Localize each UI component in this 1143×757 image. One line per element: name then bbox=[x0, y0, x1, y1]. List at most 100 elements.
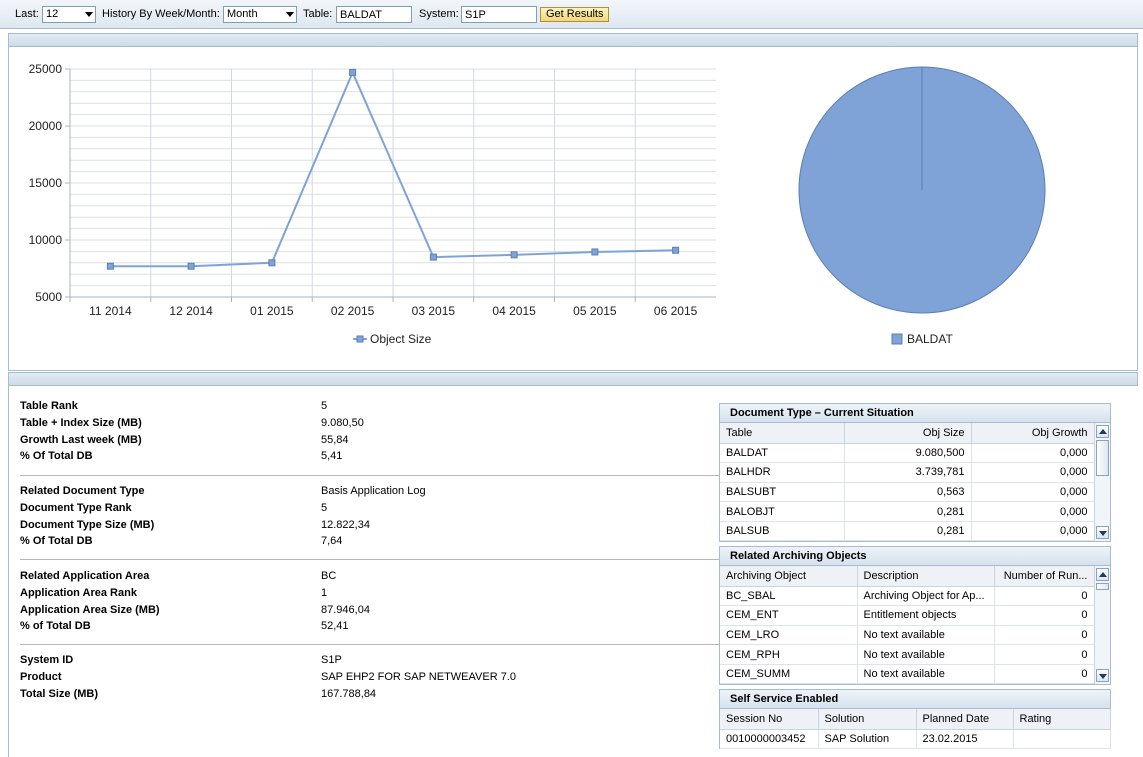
document-type-grid-wrap: Table Obj Size Obj Growth BALDAT 9.080,500 0… bbox=[720, 423, 1095, 542]
column-header[interactable]: Table bbox=[720, 423, 845, 444]
detail-label: System ID bbox=[20, 654, 74, 666]
data-point bbox=[349, 68, 357, 76]
table-cell: No text available bbox=[857, 664, 995, 685]
table-row[interactable]: CEM_SUMM No text available 0 bbox=[720, 664, 1095, 685]
detail-value: 1 bbox=[321, 586, 328, 599]
table-input[interactable] bbox=[336, 6, 412, 23]
chart-panel: 5000 10000 15000 20000 25000 11 2014 12 2014 01… bbox=[8, 47, 1138, 371]
legend-label: BALDAT bbox=[907, 332, 953, 346]
table-cell: 0 bbox=[994, 664, 1095, 685]
table-cell: 0,000 bbox=[971, 482, 1095, 503]
detail-value: 5,41 bbox=[321, 450, 343, 463]
archiving-objects-panel: Related Archiving Objects Archiving Obje… bbox=[719, 546, 1111, 685]
detail-label: % Of Total DB bbox=[20, 450, 93, 463]
line-chart: 5000 10000 15000 20000 25000 11 2014 12 2014 01… bbox=[29, 62, 716, 346]
column-header[interactable]: Session No bbox=[720, 709, 819, 730]
document-type-panel: Document Type – Current Situation Table O… bbox=[719, 403, 1111, 542]
history-select[interactable]: Month bbox=[223, 6, 297, 23]
table-cell: CEM_ENT bbox=[720, 605, 858, 626]
detail-label: Product bbox=[20, 670, 62, 683]
divider bbox=[20, 559, 720, 560]
table-cell: 0010000003452 bbox=[720, 729, 819, 750]
detail-value: 87.946,04 bbox=[321, 603, 370, 616]
last-label: Last: bbox=[15, 8, 39, 20]
table-row[interactable]: CEM_ENT Entitlement objects 0 bbox=[720, 605, 1095, 626]
scroll-thumb[interactable] bbox=[1096, 440, 1109, 476]
x-tick-label: 05 2015 bbox=[573, 304, 617, 318]
table-row[interactable]: BC_SBAL Archiving Object for Ap... 0 bbox=[720, 586, 1095, 607]
table-cell: 9.080,500 bbox=[844, 443, 972, 464]
archiving-objects-scrollbar[interactable] bbox=[1094, 566, 1110, 684]
column-header[interactable]: Obj Growth bbox=[971, 423, 1095, 444]
history-label: History By Week/Month: bbox=[102, 8, 220, 20]
table-cell: 0 bbox=[994, 644, 1095, 665]
detail-value: SAP EHP2 FOR SAP NETWEAVER 7.0 bbox=[321, 670, 517, 683]
table-row[interactable]: CEM_RPH No text available 0 bbox=[720, 644, 1095, 665]
pie-chart: BALDAT bbox=[798, 66, 1046, 346]
detail-label: Document Type Rank bbox=[20, 501, 132, 514]
history-select-value: Month bbox=[227, 8, 258, 20]
scroll-thumb[interactable] bbox=[1096, 583, 1109, 590]
system-input[interactable] bbox=[461, 6, 537, 23]
detail-value: S1P bbox=[321, 654, 342, 666]
scroll-down-icon[interactable] bbox=[1096, 669, 1109, 682]
x-tick-label: 03 2015 bbox=[412, 304, 456, 318]
table-row[interactable]: BALSUB 0,281 0,000 bbox=[720, 521, 1095, 542]
scroll-up-icon[interactable] bbox=[1096, 425, 1109, 438]
table-cell: BALHDR bbox=[720, 462, 845, 483]
table-row[interactable]: BALHDR 3.739,781 0,000 bbox=[720, 462, 1095, 483]
y-tick-label: 25000 bbox=[29, 62, 63, 76]
table-row[interactable]: BALSUBT 0,563 0,000 bbox=[720, 482, 1095, 503]
table-body: 0010000003452 SAP Solution 23.02.2015 bbox=[720, 729, 1111, 750]
table-cell: CEM_RPH bbox=[720, 644, 858, 665]
data-point bbox=[591, 248, 599, 256]
detail-label: Related Application Area bbox=[20, 570, 150, 582]
data-point bbox=[106, 262, 114, 270]
scroll-down-icon[interactable] bbox=[1096, 526, 1109, 539]
detail-value: 52,41 bbox=[321, 620, 349, 633]
table-row[interactable]: 0010000003452 SAP Solution 23.02.2015 bbox=[720, 729, 1111, 750]
column-header[interactable]: Number of Run... bbox=[994, 566, 1095, 587]
archiving-objects-table: Archiving Object Description Number of Run… bbox=[720, 566, 1095, 685]
detail-label: Document Type Size (MB) bbox=[20, 518, 155, 531]
detail-label: % of Total DB bbox=[20, 620, 91, 633]
column-header[interactable]: Archiving Object bbox=[720, 566, 858, 587]
legend-marker-icon bbox=[356, 335, 364, 343]
detail-label: % Of Total DB bbox=[20, 535, 93, 548]
x-tick-label: 04 2015 bbox=[492, 304, 536, 318]
table-row[interactable]: BALOBJT 0,281 0,000 bbox=[720, 501, 1095, 522]
table-header-row: Table Obj Size Obj Growth bbox=[720, 423, 1095, 444]
data-point bbox=[429, 253, 437, 261]
table-cell: BC_SBAL bbox=[720, 586, 858, 607]
detail-value: 7,64 bbox=[321, 535, 343, 548]
toolbar: Last: 12 History By Week/Month: Month Ta… bbox=[0, 0, 1143, 29]
self-service-panel: Self Service Enabled Session No Solution P… bbox=[719, 689, 1111, 750]
table-cell: 3.739,781 bbox=[844, 462, 972, 483]
x-tick-label: 02 2015 bbox=[331, 304, 375, 318]
data-point bbox=[672, 246, 680, 254]
table-row[interactable]: BALDAT 9.080,500 0,000 bbox=[720, 443, 1095, 464]
detail-label: Related Document Type bbox=[20, 485, 145, 497]
last-select[interactable]: 12 bbox=[42, 6, 96, 23]
chevron-down-icon bbox=[85, 12, 93, 17]
column-header[interactable]: Solution bbox=[818, 709, 917, 730]
table-cell: BALSUB bbox=[720, 521, 845, 542]
scroll-up-icon[interactable] bbox=[1096, 568, 1109, 581]
table-cell: 0,000 bbox=[971, 462, 1095, 483]
table-row[interactable]: CEM_LRO No text available 0 bbox=[720, 625, 1095, 646]
get-results-button[interactable]: Get Results bbox=[540, 7, 610, 22]
data-point bbox=[187, 262, 195, 270]
table-cell: No text available bbox=[857, 644, 995, 665]
column-header[interactable]: Obj Size bbox=[844, 423, 972, 444]
data-point bbox=[268, 259, 276, 267]
x-tick-label: 11 2014 bbox=[89, 304, 132, 318]
detail-label: Application Area Size (MB) bbox=[20, 603, 160, 616]
table-cell: 0,281 bbox=[844, 521, 972, 542]
table-cell: 0,281 bbox=[844, 501, 972, 522]
column-header[interactable]: Rating bbox=[1013, 709, 1111, 730]
column-header[interactable]: Planned Date bbox=[916, 709, 1014, 730]
detail-value: 167.788,84 bbox=[321, 687, 377, 700]
table-header-row: Session No Solution Planned Date Rating bbox=[720, 709, 1111, 730]
column-header[interactable]: Description bbox=[857, 566, 995, 587]
document-type-scrollbar[interactable] bbox=[1094, 423, 1110, 541]
